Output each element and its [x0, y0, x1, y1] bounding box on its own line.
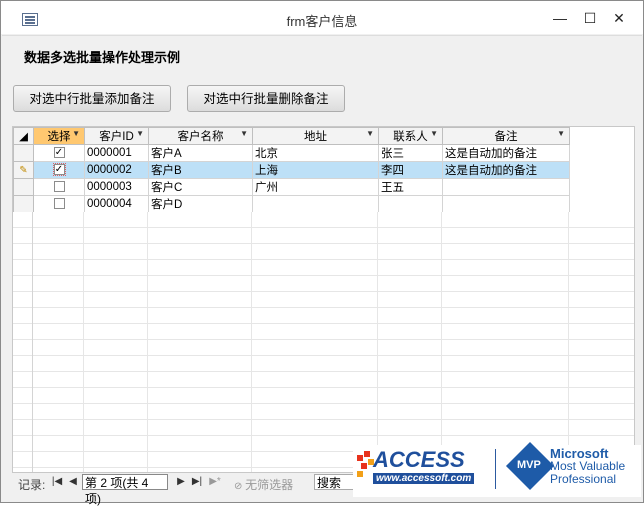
grid-blank [570, 179, 625, 196]
select-cell[interactable]: ✓ [33, 144, 85, 162]
record-selector[interactable] [13, 144, 34, 162]
access-logo-text: ACCESS [373, 447, 465, 472]
id-cell[interactable]: 0000004 [84, 195, 149, 213]
logo-divider [495, 449, 496, 489]
access-logo-url: www.accessoft.com [373, 473, 475, 484]
grid-blank [569, 127, 625, 145]
search-input[interactable]: 搜索 [314, 474, 354, 490]
contact-cell[interactable]: 王五 [378, 178, 443, 196]
record-selector[interactable] [13, 195, 34, 213]
grid-blank [570, 196, 625, 213]
filter-icon: ⊘ [234, 481, 246, 492]
select-checkbox[interactable] [53, 181, 65, 193]
record-selector[interactable]: ✎ [13, 161, 34, 179]
grid-blank [569, 161, 625, 179]
note-cell[interactable]: 这是自动加的备注 [442, 144, 570, 162]
empty-column-lines [13, 212, 634, 472]
id-cell[interactable]: 0000003 [84, 178, 149, 196]
address-cell[interactable] [252, 195, 379, 213]
next-record-button[interactable]: ▶ [174, 475, 188, 489]
column-header-contact[interactable]: 联系人 ▼ [378, 127, 443, 145]
table-row-current[interactable]: ✎ ✓ 0000002 客户B 上海 李四 这是自动加的备注 [13, 161, 625, 179]
table-row[interactable]: 0000004 客户D [13, 195, 625, 213]
contact-cell[interactable] [378, 195, 443, 213]
address-cell[interactable]: 广州 [252, 178, 379, 196]
form-window: frm客户信息 — ☐ ✕ 数据多选批量操作处理示例 对选中行批量添加备注 对选… [0, 0, 644, 506]
mvp-line-3: Professional [550, 472, 617, 486]
contact-cell[interactable]: 张三 [378, 144, 443, 162]
current-record-field[interactable]: 第 2 项(共 4 项) [82, 474, 168, 506]
form-header: 数据多选批量操作处理示例 对选中行批量添加备注 对选中行批量删除备注 [2, 35, 642, 126]
id-cell[interactable]: 0000002 [84, 161, 149, 179]
batch-delete-note-button[interactable]: 对选中行批量删除备注 [187, 85, 345, 112]
datasheet-table: ◢ 选择 ▼ 客户ID ▼ 客户名称 ▼ 地址 ▼ 联系人 ▼ 备注 ▼ ✓ 0000001… [13, 127, 625, 213]
select-cell[interactable] [33, 178, 85, 196]
batch-add-note-button[interactable]: 对选中行批量添加备注 [13, 85, 171, 112]
select-checkbox[interactable]: ✓ [53, 147, 65, 159]
column-header-note[interactable]: 备注 ▼ [442, 127, 570, 145]
dropdown-arrow-icon[interactable]: ▼ [136, 129, 144, 138]
maximize-button[interactable]: ☐ [577, 7, 603, 29]
records-label: 记录: [18, 478, 46, 492]
select-checkbox[interactable]: ✓ [52, 163, 66, 177]
mvp-text-block: Microsoft Most Valuable Professional [550, 447, 625, 486]
first-record-button[interactable]: |◀ [50, 475, 64, 489]
select-cell[interactable] [33, 195, 85, 213]
name-cell[interactable]: 客户C [148, 178, 253, 196]
column-header-name[interactable]: 客户名称 ▼ [148, 127, 253, 145]
id-cell[interactable]: 0000001 [84, 144, 149, 162]
column-header-select[interactable]: 选择 ▼ [33, 127, 85, 145]
title-bar: frm客户信息 — ☐ ✕ [1, 1, 643, 34]
previous-record-button[interactable]: ◀ [66, 475, 80, 489]
minimize-button[interactable]: — [547, 7, 573, 29]
logo-area: ACCESS www.accessoft.com MVP Microsoft M… [353, 441, 641, 497]
dropdown-arrow-icon[interactable]: ▼ [240, 129, 248, 138]
select-cell[interactable]: ✓ [33, 161, 85, 179]
dropdown-arrow-icon[interactable]: ▼ [72, 129, 80, 138]
grid-blank [570, 145, 625, 162]
datasheet: ◢ 选择 ▼ 客户ID ▼ 客户名称 ▼ 地址 ▼ 联系人 ▼ 备注 ▼ ✓ 0000001… [12, 126, 635, 473]
pencil-edit-icon: ✎ [19, 164, 28, 176]
close-button[interactable]: ✕ [606, 7, 632, 29]
mvp-badge-text: MVP [517, 459, 541, 471]
last-record-button[interactable]: ▶| [190, 475, 204, 489]
contact-cell[interactable]: 李四 [378, 161, 443, 179]
new-record-button[interactable]: ▶* [208, 475, 222, 489]
dropdown-arrow-icon[interactable]: ▼ [366, 129, 374, 138]
address-cell[interactable]: 上海 [252, 161, 379, 179]
record-selector[interactable] [13, 178, 34, 196]
name-cell[interactable]: 客户D [148, 195, 253, 213]
note-cell[interactable]: 这是自动加的备注 [442, 161, 570, 179]
select-checkbox[interactable] [53, 198, 65, 210]
dropdown-arrow-icon[interactable]: ▼ [557, 129, 565, 138]
select-all-corner[interactable]: ◢ [13, 127, 34, 145]
name-cell[interactable]: 客户B [148, 161, 253, 179]
no-filter-indicator[interactable]: ⊘ 无筛选器 [234, 476, 293, 493]
note-cell[interactable] [442, 195, 570, 213]
name-cell[interactable]: 客户A [148, 144, 253, 162]
dropdown-arrow-icon[interactable]: ▼ [430, 129, 438, 138]
address-cell[interactable]: 北京 [252, 144, 379, 162]
table-row[interactable]: ✓ 0000001 客户A 北京 张三 这是自动加的备注 [13, 144, 625, 162]
column-header-id[interactable]: 客户ID ▼ [84, 127, 149, 145]
table-row[interactable]: 0000003 客户C 广州 王五 [13, 178, 625, 196]
form-title: 数据多选批量操作处理示例 [24, 50, 181, 65]
note-cell[interactable] [442, 178, 570, 196]
column-header-address[interactable]: 地址 ▼ [252, 127, 379, 145]
